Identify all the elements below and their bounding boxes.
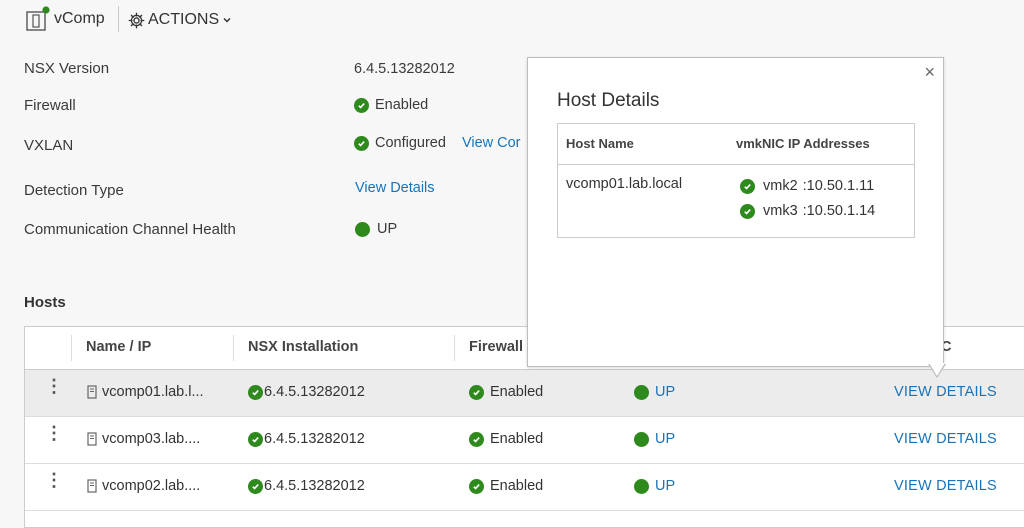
column-header-name[interactable]: Name / IP — [86, 339, 151, 355]
table-row[interactable]: ⋮ vcomp02.lab.... 6.4.5.13282012 Enabled… — [25, 464, 1024, 511]
check-icon — [469, 384, 484, 400]
header-divider — [118, 6, 119, 32]
check-icon — [354, 135, 369, 151]
view-details-link[interactable]: VIEW DETAILS — [894, 478, 997, 494]
status-dot-icon — [634, 431, 649, 447]
check-icon — [469, 478, 484, 494]
column-header-vmknic: vmkNIC IP Addresses — [736, 136, 870, 151]
kebab-icon[interactable]: ⋮ — [45, 377, 63, 395]
vmknic-name: vmk2 — [763, 178, 798, 194]
detection-view-details-link[interactable]: View Details — [355, 180, 435, 196]
popover-title: Host Details — [557, 90, 660, 111]
firewall-cell: Enabled — [469, 431, 543, 447]
nsx-version: 6.4.5.13282012 — [264, 384, 365, 400]
channel-health-label: Communication Channel Health — [24, 221, 236, 238]
nsx-version: 6.4.5.13282012 — [264, 478, 365, 494]
vxlan-value: Configured — [375, 135, 446, 151]
close-icon[interactable]: × — [924, 63, 935, 81]
column-header-nsx[interactable]: NSX Installation — [248, 339, 358, 355]
nsx-cell: 6.4.5.13282012 — [248, 478, 365, 494]
status-link[interactable]: UP — [655, 431, 675, 447]
firewall-cell: Enabled — [469, 384, 543, 400]
nsx-version-value: 6.4.5.13282012 — [354, 61, 455, 77]
firewall-value: Enabled — [375, 97, 429, 113]
title-bar: vComp ACTIONS — [0, 0, 1024, 40]
channel-health-value: UP — [377, 221, 398, 237]
host-name: vcomp01.lab.l... — [102, 384, 204, 400]
column-header-firewall[interactable]: Firewall — [469, 339, 523, 355]
firewall-label: Firewall — [24, 97, 76, 114]
check-icon — [248, 431, 263, 447]
app-name: vComp — [54, 10, 105, 27]
check-icon — [740, 203, 755, 219]
nsx-version: 6.4.5.13282012 — [264, 431, 365, 447]
cluster-icon — [25, 6, 50, 32]
host-name-cell: vcomp03.lab.... — [87, 431, 200, 447]
vmknic-name: vmk3 — [763, 203, 798, 219]
host-details-popover: × Host Details Host Name vmkNIC IP Addre… — [527, 57, 944, 367]
popover-pointer-fill — [929, 363, 945, 376]
status-cell: UP — [634, 478, 675, 494]
host-icon — [87, 385, 97, 399]
host-name: vcomp03.lab.... — [102, 431, 201, 447]
check-icon — [248, 384, 263, 400]
nsx-version-label: NSX Version — [24, 60, 110, 77]
host-details-table: Host Name vmkNIC IP Addresses vcomp01.la… — [557, 123, 915, 238]
firewall-status: Enabled — [354, 97, 428, 113]
check-icon — [248, 478, 263, 494]
channel-health-status: UP — [355, 221, 397, 237]
firewall-cell: Enabled — [469, 478, 543, 494]
firewall-value: Enabled — [490, 478, 544, 494]
status-dot-icon — [634, 478, 649, 494]
nsx-cell: 6.4.5.13282012 — [248, 431, 365, 447]
host-name-cell: vcomp01.lab.l... — [87, 384, 204, 400]
firewall-value: Enabled — [490, 384, 544, 400]
status-dot-icon — [355, 221, 370, 237]
vmknic-ip: :10.50.1.11 — [802, 178, 875, 194]
table-row[interactable]: ⋮ vcomp01.lab.l... 6.4.5.13282012 Enable… — [25, 370, 1024, 417]
popover-table-header: Host Name vmkNIC IP Addresses — [558, 124, 914, 165]
vmknic-entry: vmk3 :10.50.1.14 — [740, 203, 875, 219]
view-details-link[interactable]: VIEW DETAILS — [894, 431, 997, 447]
vxlan-label: VXLAN — [24, 137, 74, 154]
actions-label: ACTIONS — [148, 11, 220, 28]
host-name-cell: vcomp02.lab.... — [87, 478, 200, 494]
column-header-host-name: Host Name — [566, 136, 634, 151]
table-row[interactable]: ⋮ vcomp03.lab.... 6.4.5.13282012 Enabled… — [25, 417, 1024, 464]
vmknic-entry: vmk2 :10.50.1.11 — [740, 178, 874, 194]
column-divider — [454, 335, 455, 361]
host-icon — [87, 432, 97, 446]
detection-type-label: Detection Type — [24, 182, 124, 199]
kebab-icon[interactable]: ⋮ — [45, 424, 63, 442]
status-link[interactable]: UP — [655, 384, 675, 400]
vxlan-view-link[interactable]: View Cor — [462, 135, 521, 151]
vxlan-status: Configured View Cor — [354, 135, 521, 151]
chevron-down-icon — [222, 15, 232, 25]
check-icon — [740, 178, 755, 194]
popover-host-name: vcomp01.lab.local — [566, 176, 683, 192]
vmknic-ip: :10.50.1.14 — [802, 203, 876, 219]
actions-button[interactable]: ACTIONS — [128, 9, 232, 31]
check-icon — [469, 431, 484, 447]
host-name: vcomp02.lab.... — [102, 478, 201, 494]
column-divider — [71, 335, 72, 361]
view-details-link[interactable]: VIEW DETAILS — [894, 384, 997, 400]
gear-icon — [128, 12, 145, 29]
status-cell: UP — [634, 431, 675, 447]
column-divider — [233, 335, 234, 361]
hosts-title: Hosts — [24, 294, 66, 311]
kebab-icon[interactable]: ⋮ — [45, 471, 63, 489]
check-icon — [354, 97, 369, 113]
host-icon — [87, 479, 97, 493]
status-link[interactable]: UP — [655, 478, 675, 494]
status-dot-icon — [634, 384, 649, 400]
firewall-value: Enabled — [490, 431, 544, 447]
status-cell: UP — [634, 384, 675, 400]
nsx-cell: 6.4.5.13282012 — [248, 384, 365, 400]
